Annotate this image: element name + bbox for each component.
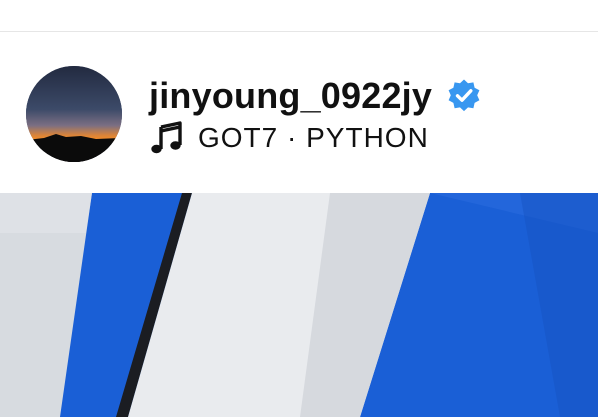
top-bar	[0, 0, 598, 32]
verified-badge-icon	[446, 78, 482, 114]
avatar[interactable]	[26, 66, 122, 162]
audio-label[interactable]: GOT7 · PYTHON	[198, 122, 429, 154]
username-row: jinyoung_0922jy	[149, 72, 482, 120]
post-image[interactable]	[0, 193, 598, 417]
username-link[interactable]: jinyoung_0922jy	[149, 75, 432, 117]
post-header: jinyoung_0922jy GOT7 · PYTHON	[0, 32, 598, 193]
music-note-icon	[150, 121, 184, 155]
avatar-image	[26, 66, 122, 162]
audio-row[interactable]: GOT7 · PYTHON	[150, 118, 429, 158]
post-photo	[0, 193, 598, 417]
